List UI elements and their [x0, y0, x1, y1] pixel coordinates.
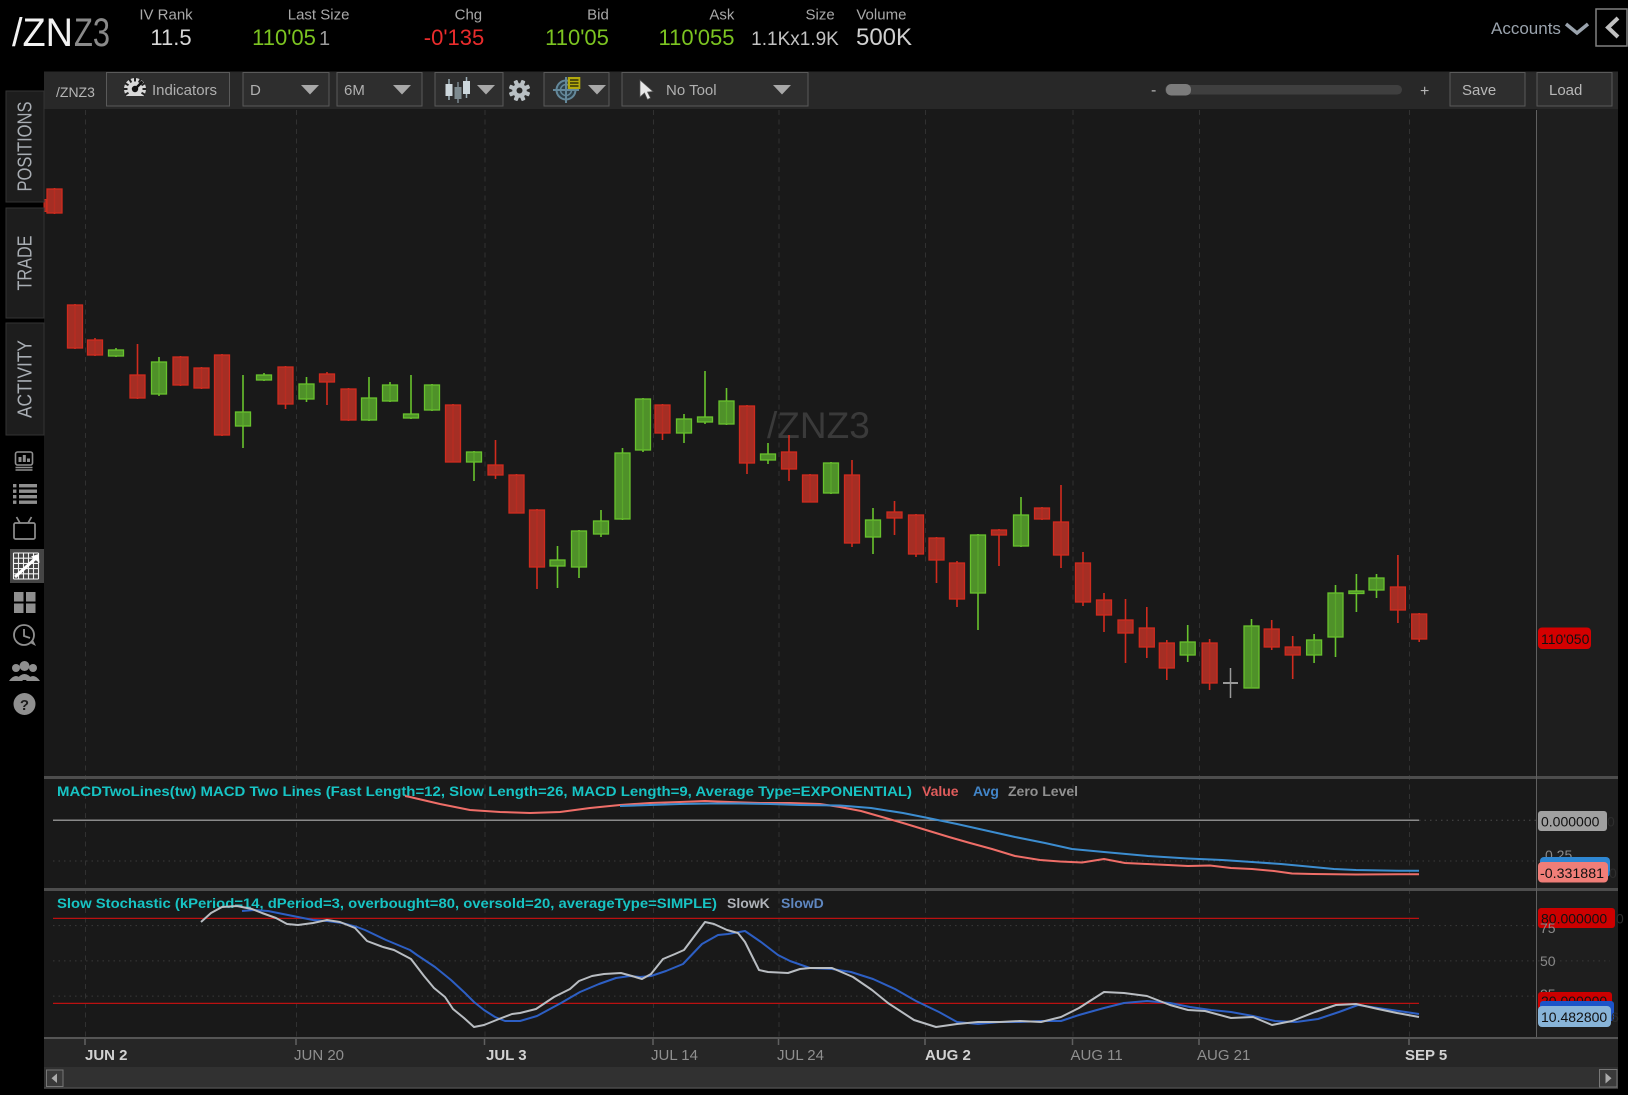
svg-text:IV Rank: IV Rank: [139, 7, 193, 24]
svg-text:-: -: [1151, 82, 1156, 99]
svg-text:+: +: [1420, 83, 1429, 100]
svg-text:Value: Value: [922, 783, 959, 799]
svg-text:0: 0: [1609, 865, 1617, 881]
svg-text:TRADE: TRADE: [14, 236, 36, 291]
svg-text:10.482800: 10.482800: [1541, 1009, 1607, 1025]
svg-text:JUL 3: JUL 3: [486, 1047, 527, 1064]
svg-text:75: 75: [1540, 920, 1556, 936]
svg-text:JUN 20: JUN 20: [294, 1047, 344, 1064]
svg-text:0.000000: 0.000000: [1541, 814, 1600, 830]
svg-text:11.5: 11.5: [150, 25, 191, 50]
svg-text:1.1Kx1.9K: 1.1Kx1.9K: [751, 29, 839, 50]
svg-text:0: 0: [1607, 814, 1615, 830]
svg-text:-0'135: -0'135: [424, 25, 484, 50]
svg-text:50: 50: [1540, 953, 1556, 969]
svg-text:Chg: Chg: [455, 7, 483, 24]
svg-text:MACDTwoLines(tw) MACD Two Line: MACDTwoLines(tw) MACD Two Lines (Fast Le…: [57, 783, 912, 799]
svg-text:Volume: Volume: [856, 7, 906, 24]
svg-text:Indicators: Indicators: [152, 82, 217, 99]
svg-text:Ask: Ask: [709, 7, 735, 24]
svg-text:AUG 2: AUG 2: [925, 1047, 971, 1064]
svg-text:110'05: 110'05: [252, 25, 316, 50]
svg-text:JUL 14: JUL 14: [651, 1047, 698, 1064]
svg-text:Zero Level: Zero Level: [1008, 783, 1078, 799]
svg-text:Save: Save: [1462, 82, 1496, 99]
svg-text:6: 6: [1611, 1009, 1619, 1025]
svg-text:110'05: 110'05: [545, 25, 609, 50]
svg-text:D: D: [250, 82, 261, 99]
svg-text:?: ?: [20, 697, 29, 714]
svg-text:110'050: 110'050: [1541, 631, 1590, 647]
svg-text:JUN 2: JUN 2: [85, 1047, 128, 1064]
svg-text:6M: 6M: [344, 82, 365, 99]
svg-text:Accounts: Accounts: [1491, 19, 1561, 38]
svg-text:Size: Size: [806, 7, 835, 24]
svg-text:SEP 5: SEP 5: [1405, 1047, 1447, 1064]
svg-text:Slow Stochastic (kPeriod=14, d: Slow Stochastic (kPeriod=14, dPeriod=3, …: [57, 895, 717, 911]
svg-text:Avg: Avg: [973, 783, 999, 799]
svg-text:500K: 500K: [856, 24, 912, 51]
svg-text:0: 0: [1616, 911, 1624, 927]
svg-text:AUG 21: AUG 21: [1197, 1047, 1250, 1064]
svg-text:/ZN: /ZN: [12, 11, 73, 55]
svg-text:/ZNZ3: /ZNZ3: [767, 405, 870, 446]
svg-text:Z3: Z3: [74, 11, 110, 55]
svg-text:SlowD: SlowD: [781, 895, 824, 911]
svg-text:POSITIONS: POSITIONS: [14, 102, 36, 192]
svg-text:ACTIVITY: ACTIVITY: [14, 340, 36, 418]
svg-text:No Tool: No Tool: [666, 82, 717, 99]
svg-text:-0.331881: -0.331881: [1540, 865, 1604, 881]
svg-text:Bid: Bid: [587, 7, 609, 24]
svg-text:110'055: 110'055: [659, 25, 735, 50]
svg-text:/ZNZ3: /ZNZ3: [56, 84, 95, 100]
svg-text:JUL 24: JUL 24: [777, 1047, 824, 1064]
svg-text:1: 1: [319, 28, 330, 50]
svg-text:Last Size: Last Size: [288, 7, 350, 24]
svg-text:Load: Load: [1549, 82, 1582, 99]
svg-text:AUG 11: AUG 11: [1071, 1047, 1123, 1064]
svg-text:SlowK: SlowK: [727, 895, 770, 911]
